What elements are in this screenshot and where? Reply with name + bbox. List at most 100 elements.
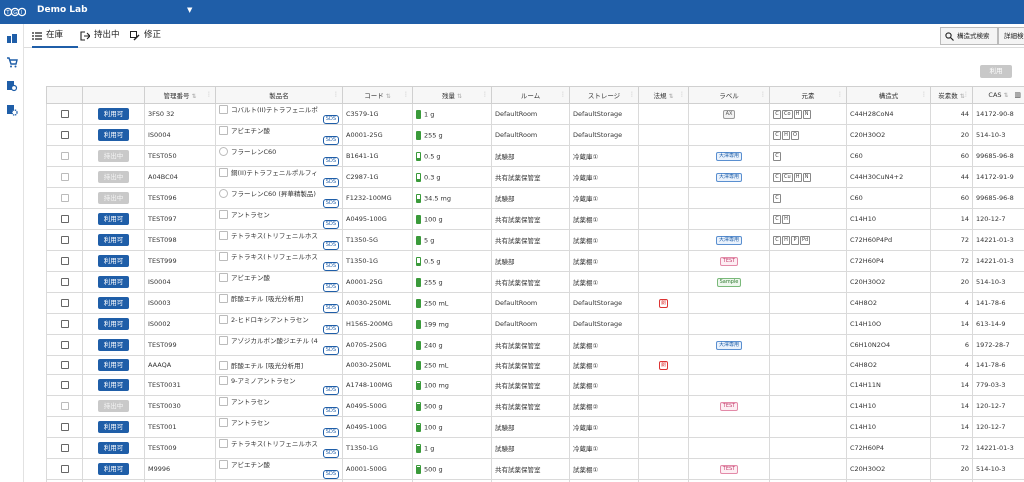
sds-badge[interactable]: SDS [322,262,339,271]
sds-badge[interactable]: SDS [322,346,339,355]
row-checkbox[interactable] [60,320,69,328]
columns-icon[interactable]: ▥ [1014,91,1021,99]
status-button[interactable]: 利用可 [98,318,129,330]
status-button[interactable]: 利用可 [98,297,129,309]
status-button[interactable]: 利用可 [98,379,129,392]
use-button[interactable]: 利用 [980,65,1012,78]
table-row[interactable]: 利用可 AAAQA 酢酸エチル [吸光分析用] A0030-250ML 250 mL 共有… [46,354,1024,376]
status-button[interactable]: 利用可 [98,359,129,372]
row-checkbox[interactable] [60,381,69,390]
table-row[interactable]: 持出中 TEST050 フラーレンC60 SDS B1641-1G 0.5 g 試験部 冷蔵庫… [46,145,1024,167]
inventory-icon[interactable] [6,32,18,44]
table-row[interactable]: 持出中 TEST096 フラーレンC60 (昇華精製品) SDS F1232-100MG… [46,187,1024,209]
status-button[interactable]: 利用可 [98,276,129,288]
sort-icon[interactable]: ⇅ [457,93,462,100]
table-row[interactable]: 利用可 IS0002 2-ヒドロキシアントラセン SDS H1565-200MG 199 … [46,313,1024,335]
structure-search-button[interactable]: 構造式検索 [940,27,998,45]
tab-edit[interactable]: 修正 [130,24,170,47]
row-checkbox[interactable] [60,215,69,223]
column-header-8[interactable]: 法規 ⇅ ⋮ [638,86,689,104]
row-checkbox[interactable] [60,110,69,118]
column-header-2[interactable]: 管理番号 ⇅ ⋮ [144,86,216,104]
row-checkbox[interactable] [60,465,69,474]
detail-search-button[interactable]: 詳細検索 [998,27,1024,45]
column-header-13[interactable]: CAS ⇅ ▥ [972,86,1024,104]
status-button[interactable]: 利用可 [98,339,129,351]
status-button[interactable]: 利用可 [98,442,129,455]
status-button[interactable]: 利用可 [98,255,129,267]
sds-badge[interactable]: SDS [322,428,339,437]
sds-badge[interactable]: SDS [322,136,339,145]
table-row[interactable]: 利用可 TEST099 アゾジカルボン酸ジエチル (4 SDS A0705-250G 24… [46,334,1024,356]
table-row[interactable]: 利用可 IS0004 アビエチン酸 SDS A0001-25G 255 g DefaultR… [46,124,1024,146]
column-menu-icon[interactable]: ⋮ [403,91,409,98]
table-row[interactable]: 利用可 TEST009 テトラキス(トリフェニルホス SDS T1350-1G 1 g 試験… [46,437,1024,460]
column-menu-icon[interactable]: ⋮ [921,91,927,98]
table-row[interactable]: 利用可 TEST999 テトラキス(トリフェニルホス SDS T1350-1G 0.5 g… [46,250,1024,272]
sds-badge[interactable]: SDS [322,241,339,250]
tab-checked-out[interactable]: 持出中 [80,24,130,47]
lab-name[interactable]: Demo Lab [37,5,88,15]
row-checkbox[interactable] [60,131,69,139]
table-row[interactable]: 利用可 TEST001 アントラセン SDS A0495-100G 100 g 試験部 冷蔵庫… [46,416,1024,439]
table-row[interactable]: 利用可 TEST097 アントラセン SDS A0495-100G 100 g 共有試薬保管… [46,208,1024,230]
sds-badge[interactable]: SDS [322,178,339,187]
status-button[interactable]: 利用可 [98,108,129,120]
search-doc-icon[interactable] [6,80,18,92]
sds-badge[interactable]: SDS [322,407,339,416]
table-row[interactable]: 利用可 M9996 アビエチン酸 SDS A0001-500G 500 g 共有試薬保管室 試… [46,458,1024,481]
sds-badge[interactable]: SDS [322,304,339,313]
table-row[interactable]: 利用可 IS0004 アビエチン酸 SDS A0001-25G 255 g 共有試薬保管室 試… [46,271,1024,293]
sds-badge[interactable]: SDS [322,199,339,208]
column-header-6[interactable]: ルーム ⋮ [491,86,570,104]
row-checkbox[interactable] [60,361,69,370]
sds-badge[interactable]: SDS [322,449,339,458]
tab-inventory[interactable]: 在庫 [32,24,82,47]
sds-badge[interactable]: SDS [322,283,339,292]
sds-badge[interactable]: SDS [322,220,339,229]
sds-badge[interactable]: SDS [322,470,339,479]
row-checkbox[interactable] [60,257,69,265]
row-checkbox[interactable] [60,444,69,453]
status-button[interactable]: 利用可 [98,129,129,141]
column-menu-icon[interactable]: ⋮ [679,91,685,98]
column-menu-icon[interactable]: ⋮ [760,91,766,98]
column-header-11[interactable]: 構造式 ⋮ [846,86,931,104]
column-menu-icon[interactable]: ⋮ [963,91,969,98]
cart-icon[interactable] [6,56,18,68]
sort-icon[interactable]: ⇅ [668,93,673,100]
column-menu-icon[interactable]: ⋮ [482,91,488,98]
row-checkbox[interactable] [60,423,69,432]
column-header-3[interactable]: 製品名 ⋮ [215,86,343,104]
table-row[interactable]: 持出中 A04BC04 銅(II)テトラフェニルポルフィ SDS C2987-1G 0.3… [46,166,1024,188]
table-row[interactable]: 利用可 IS0003 酢酸エチル [吸光分析用] SDS A0030-250ML 250 … [46,292,1024,314]
status-button[interactable]: 利用可 [98,421,129,434]
table-row[interactable]: 利用可 TEST0031 9-アミノアントラセン SDS A1748-100MG 100 … [46,374,1024,397]
table-row[interactable]: 持出中 TEST0030 アントラセン SDS A0495-500G 500 g 共有試薬保… [46,395,1024,418]
column-header-4[interactable]: コード ⇅ ⋮ [342,86,413,104]
row-checkbox[interactable] [60,278,69,286]
sds-badge[interactable]: SDS [322,115,339,124]
column-header-5[interactable]: 残量 ⇅ ⋮ [412,86,492,104]
sds-badge[interactable]: SDS [322,386,339,395]
table-row[interactable]: 利用可 3FS0 32 コバルト(II)テトラフェニルポ SDS C3579-1G 1 g… [46,103,1024,125]
column-menu-icon[interactable]: ⋮ [206,91,212,98]
dropdown-caret-icon[interactable]: ▼ [187,6,192,14]
row-checkbox[interactable] [60,341,69,349]
row-checkbox[interactable] [60,299,69,307]
sort-icon[interactable]: ⇅ [386,93,391,100]
sds-badge[interactable]: SDS [322,325,339,334]
sds-badge[interactable]: SDS [322,157,339,166]
column-menu-icon[interactable]: ⋮ [333,91,339,98]
status-button[interactable]: 利用可 [98,213,129,225]
column-menu-icon[interactable]: ⋮ [629,91,635,98]
sort-icon[interactable]: ⇅ [1004,92,1009,99]
table-row[interactable]: 利用可 TEST098 テトラキス(トリフェニルホス SDS T1350-5G 5 g 共有… [46,229,1024,251]
status-button[interactable]: 利用可 [98,463,129,476]
column-menu-icon[interactable]: ⋮ [837,91,843,98]
settings-doc-icon[interactable] [6,104,18,116]
row-checkbox[interactable] [60,236,69,244]
sort-icon[interactable]: ⇅ [191,93,196,100]
column-header-9[interactable]: ラベル ⋮ [688,86,770,104]
column-menu-icon[interactable]: ⋮ [560,91,566,98]
